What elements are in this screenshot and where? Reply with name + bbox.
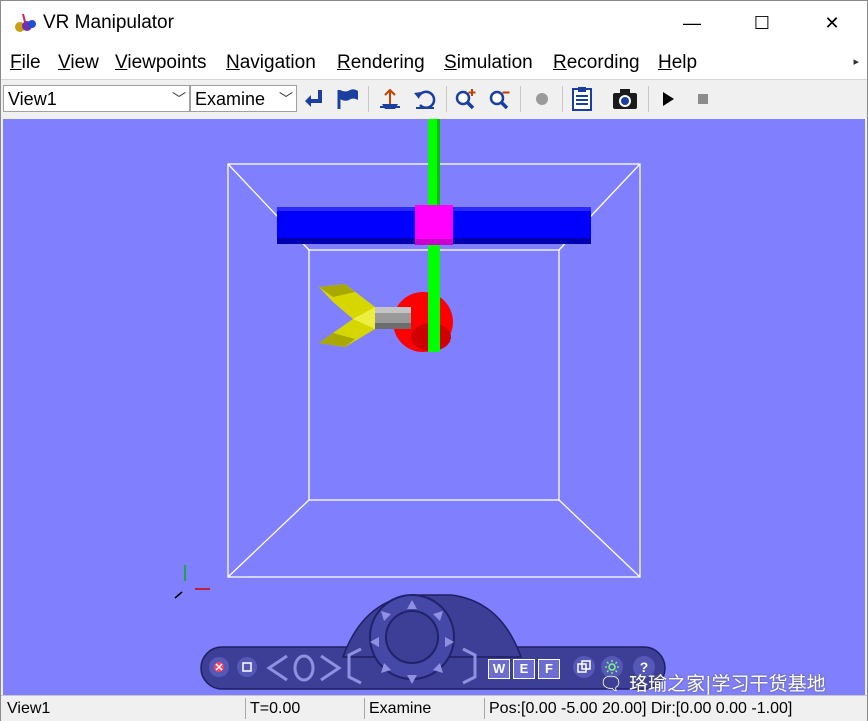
wheel-downleft-arrow[interactable] <box>380 661 392 673</box>
wheel-upright-arrow[interactable] <box>432 609 444 621</box>
menu-viewpoints[interactable]: Viewpoints <box>115 52 207 74</box>
chevron-down-icon: ﹀ <box>279 91 293 107</box>
return-icon[interactable] <box>300 85 328 113</box>
toolbar-separator <box>368 86 369 112</box>
status-viewpoint: View1 <box>3 698 246 719</box>
watermark-text: 🗨 珞瑜之家|学习干货基地 <box>599 673 826 695</box>
wheel-upleft-arrow[interactable] <box>380 609 392 621</box>
status-bar: View1 T=0.00 Examine Pos:[0.00 -5.00 20.… <box>1 695 867 721</box>
title-bar: VR Manipulator — ☐ ✕ <box>1 1 867 45</box>
viewpoint-home-icon[interactable] <box>291 653 317 683</box>
viewpoint-select[interactable]: View1 ﹀ <box>3 85 190 112</box>
camera-icon[interactable] <box>611 85 639 113</box>
menu-simulation[interactable]: Simulation <box>444 52 533 74</box>
rod-front <box>428 245 440 352</box>
zoom-out-icon[interactable] <box>486 85 514 113</box>
window-title: VR Manipulator <box>43 12 174 33</box>
slider-block <box>415 205 453 245</box>
faces-button[interactable]: F <box>538 659 560 679</box>
toolbar-separator <box>520 86 521 112</box>
minimize-button[interactable]: — <box>657 1 727 45</box>
toolbar-separator <box>562 86 563 112</box>
left-bracket-decoration <box>345 647 363 685</box>
exit-navigation-icon[interactable] <box>209 657 229 677</box>
flag-icon[interactable] <box>334 85 362 113</box>
clipboard-icon[interactable] <box>569 85 597 113</box>
wireframe-button[interactable]: W <box>488 659 510 679</box>
menu-overflow-icon[interactable]: ▸ <box>853 55 859 68</box>
wheel-left-arrow[interactable] <box>369 635 381 647</box>
previous-viewpoint-arrow[interactable] <box>265 653 291 683</box>
menu-help[interactable]: Help <box>658 52 697 74</box>
chevron-down-icon: ﹀ <box>172 91 186 107</box>
navigation-mode-select[interactable]: Examine ﹀ <box>190 85 297 112</box>
stop-icon[interactable] <box>689 85 717 113</box>
record-icon[interactable] <box>528 85 556 113</box>
edges-button[interactable]: E <box>513 659 535 679</box>
undo-move-icon[interactable] <box>411 85 439 113</box>
application-window: VR Manipulator — ☐ ✕ File View Viewpoint… <box>0 0 868 721</box>
gripper-claw <box>319 284 375 347</box>
wheel-down-arrow[interactable] <box>406 672 418 684</box>
wheel-up-arrow[interactable] <box>406 598 418 610</box>
status-nav-mode: Examine <box>365 698 485 719</box>
menu-file[interactable]: File <box>10 52 41 74</box>
close-button[interactable]: ✕ <box>797 1 867 45</box>
zoom-in-icon[interactable] <box>452 85 480 113</box>
wheel-right-arrow[interactable] <box>443 635 455 647</box>
right-bracket-decoration <box>461 647 479 685</box>
menu-recording[interactable]: Recording <box>553 52 640 74</box>
play-icon[interactable] <box>654 85 682 113</box>
toolbar-separator <box>648 86 649 112</box>
copy-view-icon[interactable] <box>573 656 595 678</box>
menu-navigation[interactable]: Navigation <box>226 52 316 74</box>
menu-view[interactable]: View <box>58 52 99 74</box>
wheel-downright-arrow[interactable] <box>432 661 444 673</box>
fullscreen-icon[interactable] <box>237 657 257 677</box>
status-position: Pos:[0.00 -5.00 20.00] Dir:[0.00 0.00 -1… <box>489 700 793 717</box>
menu-bar: File View Viewpoints Navigation Renderin… <box>1 45 867 79</box>
menu-rendering[interactable]: Rendering <box>337 52 425 74</box>
toolbar: View1 ﹀ Examine ﹀ <box>1 79 867 118</box>
next-viewpoint-arrow[interactable] <box>317 653 343 683</box>
navigation-mode-value: Examine <box>195 89 266 109</box>
gripper-arm <box>369 307 411 329</box>
straighten-icon[interactable] <box>376 85 404 113</box>
3d-viewport[interactable]: W E F ? <box>3 119 865 695</box>
viewpoint-select-value: View1 <box>8 89 57 109</box>
status-time: T=0.00 <box>246 698 365 719</box>
app-logo-icon <box>15 13 36 32</box>
toolbar-separator <box>446 86 447 112</box>
maximize-button[interactable]: ☐ <box>727 1 797 45</box>
